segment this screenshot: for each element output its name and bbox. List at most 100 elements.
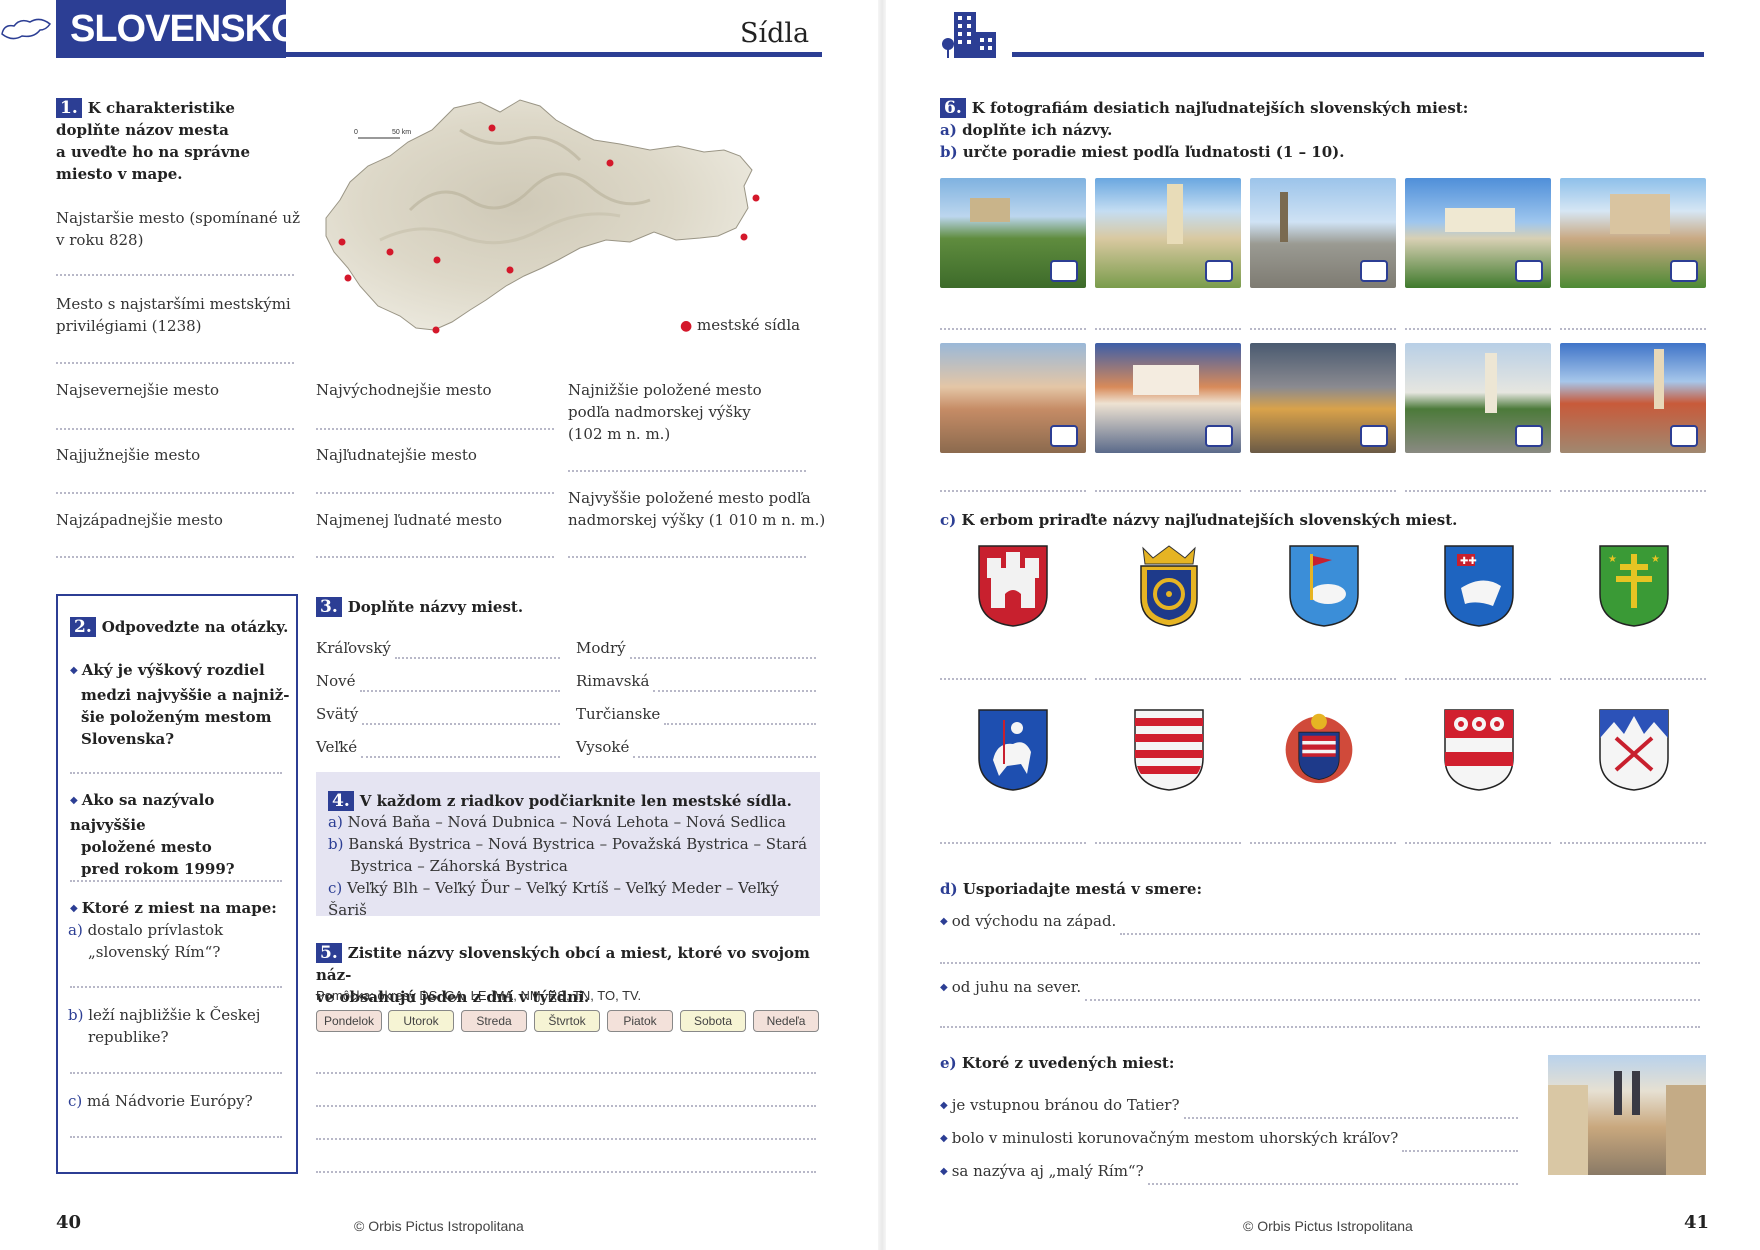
day-chip: Pondelok: [316, 1010, 382, 1032]
direction-east-west-line2[interactable]: [940, 962, 1700, 964]
task2-sub-a: a) dostalo prívlastok „slovenský Rím“?: [68, 921, 224, 961]
task5-answer-line[interactable]: [316, 1171, 816, 1173]
day-chip: Piatok: [607, 1010, 673, 1032]
task2-answer-b[interactable]: [70, 1072, 282, 1074]
task3-item[interactable]: Nové: [316, 659, 560, 692]
arms-name-answer[interactable]: [1095, 842, 1241, 844]
rank-box[interactable]: [1050, 425, 1078, 447]
south-label: Najjužnejšie mesto: [56, 446, 201, 464]
city-dot: [344, 274, 352, 282]
highest-city-answer[interactable]: [568, 556, 806, 558]
photo-name-answer[interactable]: [940, 328, 1086, 330]
rank-box[interactable]: [1670, 425, 1698, 447]
photo-name-answer[interactable]: [1405, 490, 1551, 492]
trnava-street-photo: [1548, 1055, 1706, 1175]
photo-name-answer[interactable]: [1560, 490, 1706, 492]
north-label: Najsevernejšie mesto: [56, 381, 220, 399]
banska-bystrica-coat-of-arms-icon: [978, 709, 1048, 791]
south-answer[interactable]: [56, 492, 294, 494]
day-chip: Streda: [461, 1010, 527, 1032]
photo-name-answer[interactable]: [1250, 490, 1396, 492]
highest-city-label: Najvyššie položené mesto podľa nadmorske…: [568, 489, 826, 529]
direction-south-north[interactable]: od juhu na sever.: [940, 976, 1700, 1001]
lowest-city-answer[interactable]: [568, 470, 806, 472]
city-dot: [433, 256, 441, 264]
task3-item[interactable]: Modrý: [576, 626, 816, 659]
rank-box[interactable]: [1050, 260, 1078, 282]
arms-name-answer[interactable]: [1250, 842, 1396, 844]
question-tatras-gate[interactable]: je vstupnou bránou do Tatier?: [940, 1094, 1518, 1119]
east-answer[interactable]: [316, 428, 554, 430]
oldest-city-answer[interactable]: [56, 274, 294, 276]
svg-text:★: ★: [1651, 554, 1660, 565]
task2-question1: Aký je výškový rozdiel medzi najvyššie a…: [70, 659, 290, 750]
rank-box[interactable]: [1360, 425, 1388, 447]
photo-name-answer[interactable]: [1095, 490, 1241, 492]
arms-name-answer[interactable]: [1560, 678, 1706, 680]
populous-answer[interactable]: [316, 492, 554, 494]
task5-answer-line[interactable]: [316, 1072, 816, 1074]
arms-name-answer[interactable]: [940, 842, 1086, 844]
task2-answer-a[interactable]: [70, 986, 282, 988]
task3-item[interactable]: Rimavská: [576, 659, 816, 692]
kosice-historical-coat-of-arms-icon: [1285, 713, 1353, 784]
direction-south-north-line2[interactable]: [940, 1026, 1700, 1028]
task3-item[interactable]: Vysoké: [576, 725, 816, 758]
arms-name-answer[interactable]: [1405, 842, 1551, 844]
arms-name-answer[interactable]: [940, 678, 1086, 680]
task2-answer-c[interactable]: [70, 1136, 282, 1138]
rank-box[interactable]: [1360, 260, 1388, 282]
least-populous-answer[interactable]: [316, 556, 554, 558]
arms-name-answer[interactable]: [1250, 678, 1396, 680]
task4-row-b[interactable]: b) Banská Bystrica – Nová Bystrica – Pov…: [328, 833, 818, 855]
city-photo: [940, 178, 1086, 288]
city-dot: [488, 124, 496, 132]
rank-box[interactable]: [1670, 260, 1698, 282]
rank-box[interactable]: [1205, 260, 1233, 282]
photo-name-answer[interactable]: [1560, 328, 1706, 330]
arms-name-answer[interactable]: [1095, 678, 1241, 680]
direction-east-west[interactable]: od východu na západ.: [940, 910, 1700, 935]
west-answer[interactable]: [56, 556, 294, 558]
day-chip: Sobota: [680, 1010, 746, 1032]
privileges-city-answer[interactable]: [56, 362, 294, 364]
city-photo: [940, 343, 1086, 453]
photo-name-answer[interactable]: [940, 490, 1086, 492]
question-coronation-city[interactable]: bolo v minulosti korunovačným mestom uho…: [940, 1127, 1518, 1152]
task2-sub-c: c) má Nádvorie Európy?: [68, 1092, 253, 1110]
page-number-right: 41: [1684, 1212, 1710, 1233]
task4-row-a[interactable]: a) Nová Baňa – Nová Dubnica – Nová Lehot…: [328, 811, 818, 833]
question-little-rome[interactable]: sa nazýva aj „malý Rím“?: [940, 1160, 1518, 1185]
presov-coat-of-arms-icon: [1289, 545, 1359, 627]
city-dot: [386, 248, 394, 256]
task2-answer2[interactable]: [70, 880, 282, 882]
header-rule-right: [1012, 52, 1704, 57]
least-populous-label: Najmenej ľudnaté mesto: [316, 511, 502, 529]
task3-item[interactable]: Svätý: [316, 692, 560, 725]
chapter-banner: SLOVENSKO: [56, 0, 301, 58]
task1-prompt: 1. K charakteristike doplňte názov mesta …: [56, 98, 250, 183]
photo-name-answer[interactable]: [1405, 328, 1551, 330]
city-dot: [432, 326, 440, 334]
photo-name-answer[interactable]: [1095, 328, 1241, 330]
poprad-coat-of-arms-icon: [1599, 709, 1669, 791]
arms-name-answer[interactable]: [1560, 842, 1706, 844]
arms-name-answer[interactable]: [1405, 678, 1551, 680]
photo-name-answer[interactable]: [1250, 328, 1396, 330]
task2-title: 2. Odpovedzte na otázky.: [70, 616, 288, 638]
task5-answer-line[interactable]: [316, 1138, 816, 1140]
task2-answer1[interactable]: [70, 772, 282, 774]
task3-item[interactable]: Kráľovský: [316, 626, 560, 659]
martin-coat-of-arms-icon: [1444, 709, 1514, 791]
zilina-coat-of-arms-icon: ✚✚: [1444, 545, 1514, 627]
city-buildings-icon: [942, 12, 996, 58]
rank-box[interactable]: [1205, 425, 1233, 447]
task5-answer-line[interactable]: [316, 1105, 816, 1107]
task4-lines: a) Nová Baňa – Nová Dubnica – Nová Lehot…: [328, 811, 818, 921]
rank-box[interactable]: [1515, 425, 1543, 447]
task3-item[interactable]: Turčianske: [576, 692, 816, 725]
task3-item[interactable]: Veľké: [316, 725, 560, 758]
rank-box[interactable]: [1515, 260, 1543, 282]
north-answer[interactable]: [56, 428, 294, 430]
task4-row-c[interactable]: c) Veľký Blh – Veľký Ďur – Veľký Krtíš –…: [328, 877, 818, 921]
